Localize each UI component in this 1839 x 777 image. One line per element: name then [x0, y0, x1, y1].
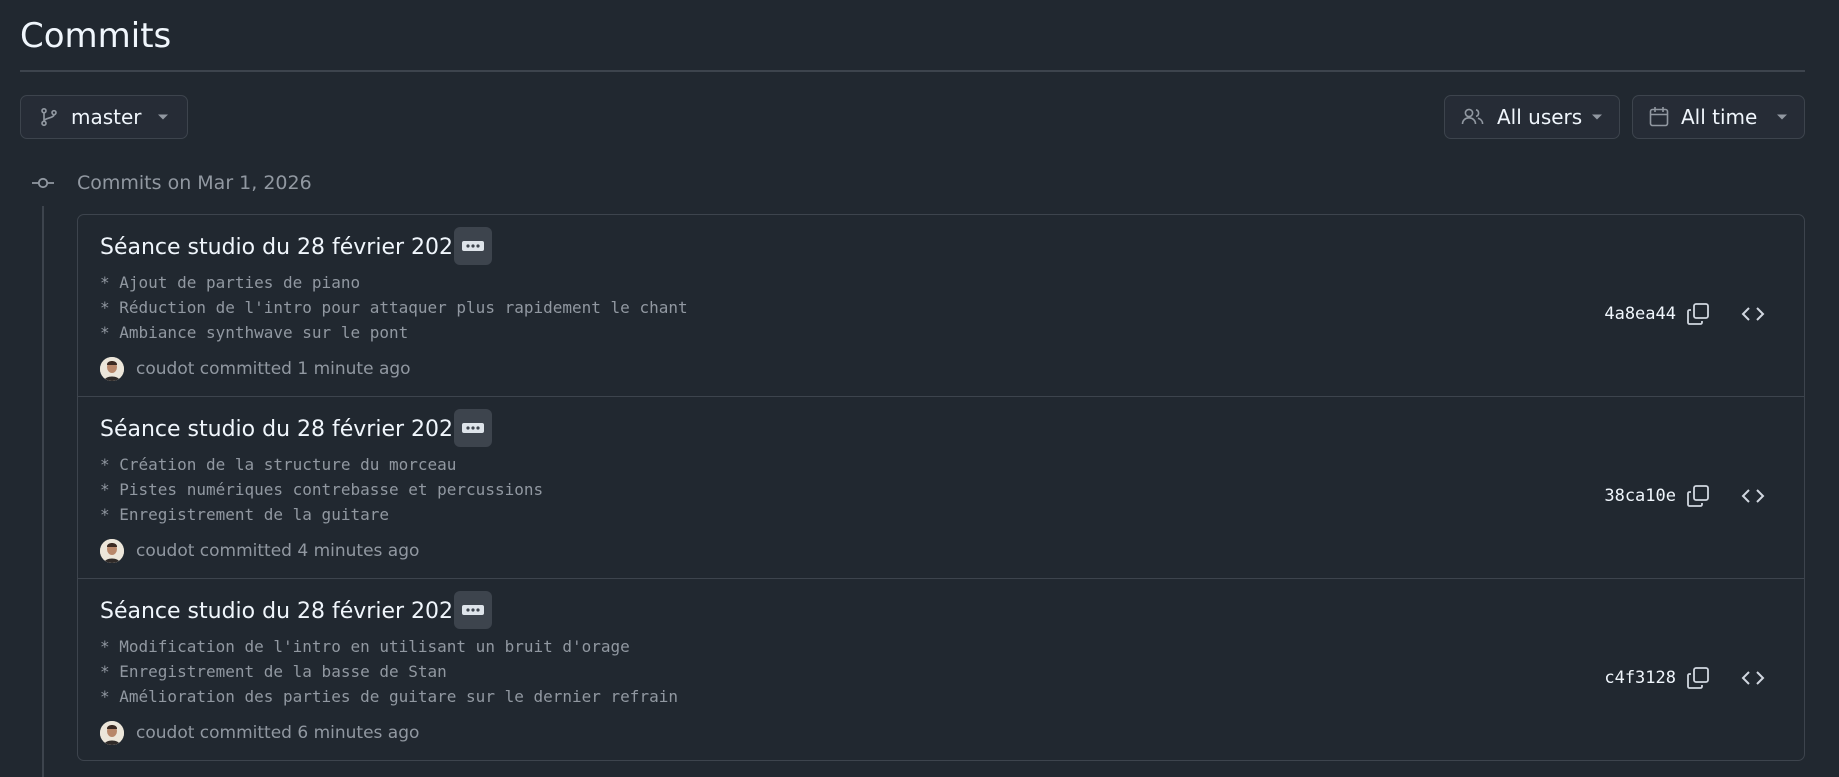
- people-icon: [1461, 108, 1484, 125]
- commit-title-link[interactable]: Séance studio du 28 février 2026: [100, 233, 467, 263]
- commit-author-line: coudot committed 4 minutes ago: [100, 539, 419, 563]
- commit-group-heading: Commits on Mar 1, 2026: [77, 172, 312, 194]
- copy-icon[interactable]: [1686, 666, 1710, 690]
- git-branch-icon: [41, 107, 57, 127]
- calendar-icon: [1649, 107, 1669, 127]
- commit-row: Séance studio du 28 février 2026 * Modif…: [78, 579, 1804, 760]
- commit-author[interactable]: coudot: [136, 541, 194, 561]
- commit-title-link[interactable]: Séance studio du 28 février 2026: [100, 597, 467, 627]
- timeline-line: [42, 206, 44, 777]
- ellipsis-icon: [462, 241, 484, 251]
- commit-sha-link[interactable]: 38ca10e: [1604, 485, 1676, 507]
- avatar[interactable]: [100, 357, 124, 381]
- code-icon[interactable]: [1740, 484, 1766, 508]
- code-icon[interactable]: [1740, 302, 1766, 326]
- commit-list: Séance studio du 28 février 2026 * Ajout…: [77, 214, 1805, 761]
- avatar-image: [100, 721, 124, 745]
- caret-down-icon: [1592, 114, 1602, 120]
- toggle-message-button[interactable]: [454, 227, 492, 265]
- commit-time: committed 6 minutes ago: [199, 723, 420, 743]
- commit-row: Séance studio du 28 février 2026 * Ajout…: [78, 215, 1804, 397]
- commit-message: * Modification de l'intro en utilisant u…: [100, 637, 678, 706]
- commit-author-line: coudot committed 1 minute ago: [100, 357, 411, 381]
- commit-time: committed 4 minutes ago: [199, 541, 420, 561]
- commit-sha-link[interactable]: c4f3128: [1604, 667, 1676, 689]
- commit-message: * Ajout de parties de piano * Réduction …: [100, 273, 688, 342]
- copy-icon[interactable]: [1686, 302, 1710, 326]
- ellipsis-icon: [462, 423, 484, 433]
- branch-selector-button[interactable]: master: [20, 95, 188, 139]
- ellipsis-icon: [462, 605, 484, 615]
- toggle-message-button[interactable]: [454, 591, 492, 629]
- commit-author[interactable]: coudot: [136, 723, 194, 743]
- commit-sha-link[interactable]: 4a8ea44: [1604, 303, 1676, 325]
- title-divider: [20, 70, 1805, 72]
- avatar-image: [100, 539, 124, 563]
- code-icon[interactable]: [1740, 666, 1766, 690]
- commit-author[interactable]: coudot: [136, 359, 194, 379]
- caret-down-icon: [1777, 114, 1787, 120]
- page-title: Commits: [20, 16, 172, 56]
- commit-message: * Création de la structure du morceau * …: [100, 455, 544, 524]
- toggle-message-button[interactable]: [454, 409, 492, 447]
- commit-author-line: coudot committed 6 minutes ago: [100, 721, 419, 745]
- commit-title-link[interactable]: Séance studio du 28 février 2026: [100, 415, 467, 445]
- caret-down-icon: [158, 114, 168, 120]
- avatar[interactable]: [100, 721, 124, 745]
- commit-time: committed 1 minute ago: [199, 359, 411, 379]
- avatar-image: [100, 357, 124, 381]
- commit-row: Séance studio du 28 février 2026 * Créat…: [78, 397, 1804, 579]
- avatar[interactable]: [100, 539, 124, 563]
- users-filter-label: All users: [1497, 105, 1583, 129]
- time-filter-button[interactable]: All time: [1632, 95, 1805, 139]
- users-filter-button[interactable]: All users: [1444, 95, 1620, 139]
- branch-selector-label: master: [71, 105, 142, 129]
- copy-icon[interactable]: [1686, 484, 1710, 508]
- git-commit-icon: [32, 177, 54, 189]
- time-filter-label: All time: [1681, 105, 1758, 129]
